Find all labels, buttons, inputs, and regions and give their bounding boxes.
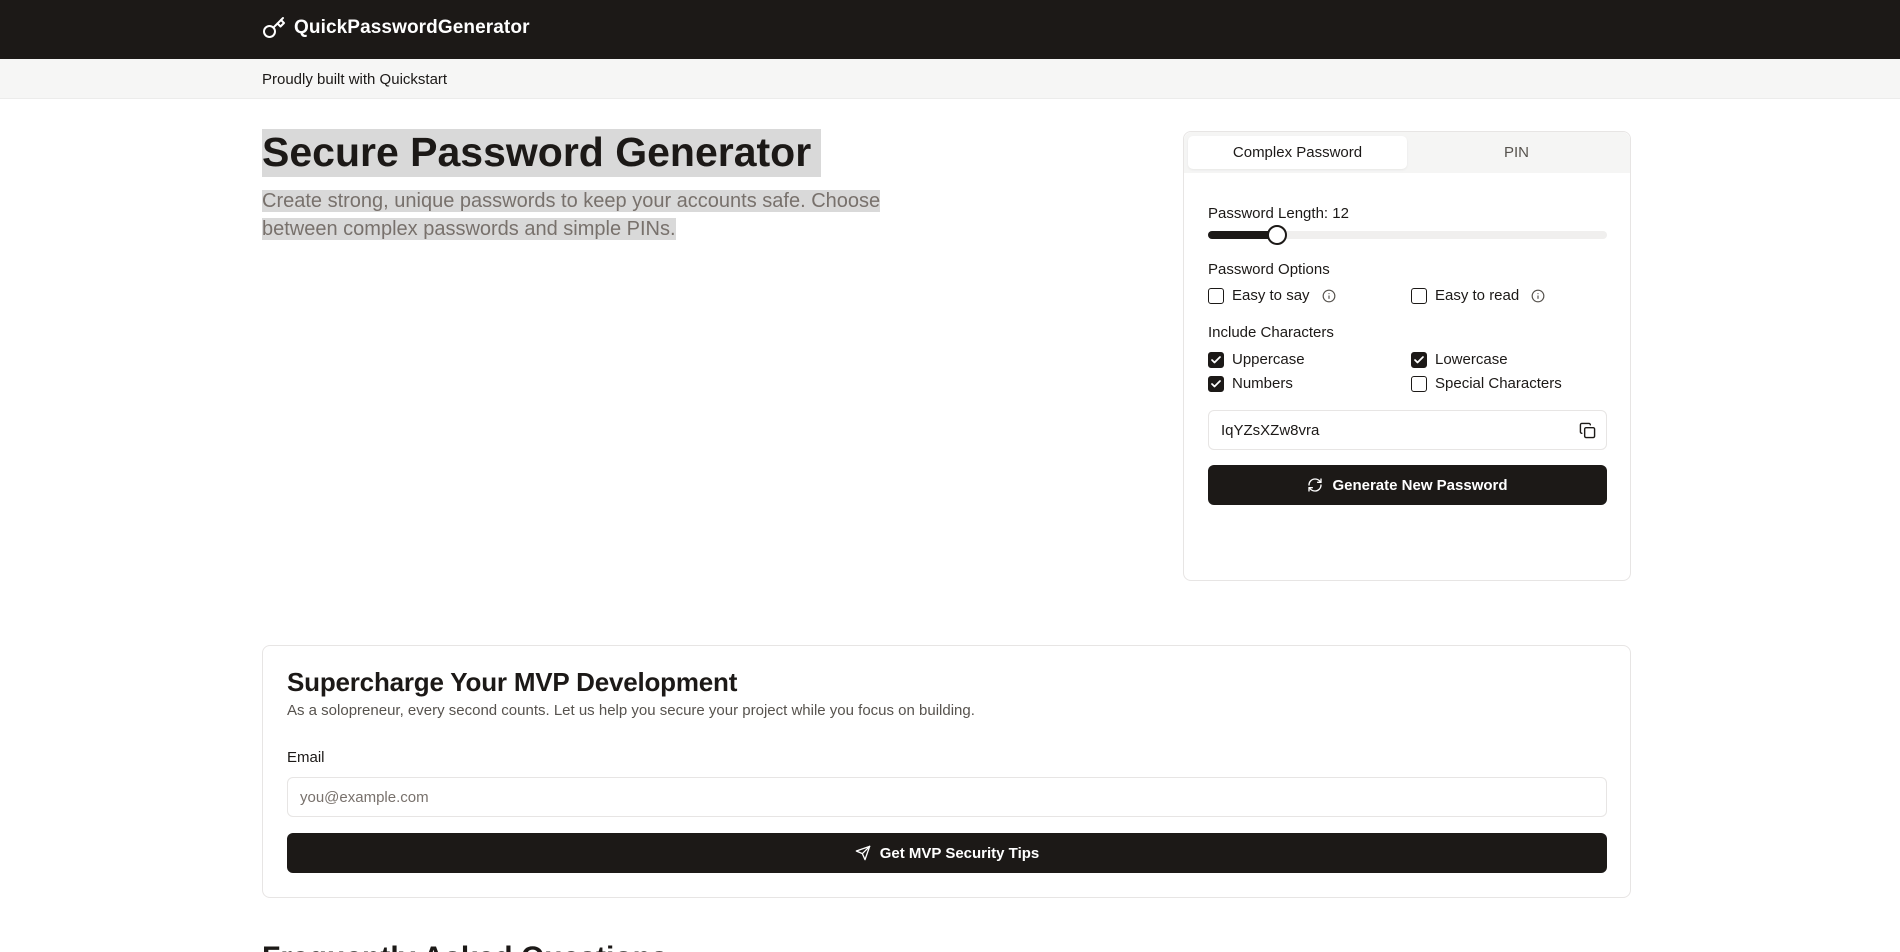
include-characters-label: Include Characters	[1208, 324, 1334, 341]
generate-password-button[interactable]: Generate New Password	[1208, 465, 1607, 505]
option-lowercase[interactable]: Lowercase	[1411, 351, 1508, 368]
easy-to-say-checkbox[interactable]	[1208, 287, 1224, 304]
generate-password-label: Generate New Password	[1332, 476, 1508, 494]
built-with-text: Proudly built with Quickstart	[262, 71, 448, 88]
info-icon[interactable]	[1322, 289, 1336, 303]
get-mvp-security-tips-label: Get MVP Security Tips	[879, 844, 1040, 862]
built-with-bar: Proudly built with Quickstart	[0, 59, 1900, 99]
page-subtitle: Create strong, unique passwords to keep …	[262, 187, 942, 243]
uppercase-checkbox[interactable]	[1208, 351, 1224, 368]
special-characters-checkbox[interactable]	[1411, 375, 1427, 392]
option-uppercase[interactable]: Uppercase	[1208, 351, 1305, 368]
special-characters-label: Special Characters	[1435, 375, 1562, 392]
easy-to-read-checkbox[interactable]	[1411, 287, 1427, 304]
tab-pin[interactable]: PIN	[1407, 136, 1626, 169]
uppercase-label: Uppercase	[1232, 351, 1305, 368]
password-length-slider[interactable]	[1208, 225, 1607, 245]
get-mvp-security-tips-button[interactable]: Get MVP Security Tips	[287, 833, 1607, 873]
brand-name: QuickPasswordGenerator	[294, 17, 530, 38]
option-numbers[interactable]: Numbers	[1208, 375, 1293, 392]
email-label: Email	[287, 749, 325, 766]
generated-password-value: IqYZsXZw8vra	[1221, 422, 1320, 439]
numbers-label: Numbers	[1232, 375, 1293, 392]
info-icon[interactable]	[1531, 289, 1545, 303]
key-icon	[263, 17, 285, 38]
password-generator-card: Complex Password PIN Password Length: 12…	[1183, 131, 1631, 581]
mvp-signup-card: Supercharge Your MVP Development As a so…	[262, 645, 1631, 898]
email-input[interactable]	[287, 777, 1607, 817]
brand-link[interactable]: QuickPasswordGenerator	[262, 16, 530, 40]
page-title: Secure Password Generator	[262, 129, 822, 177]
option-special-characters[interactable]: Special Characters	[1411, 375, 1562, 392]
copy-icon[interactable]	[1579, 422, 1596, 439]
mvp-title: Supercharge Your MVP Development	[287, 667, 738, 697]
slider-thumb[interactable]	[1267, 225, 1288, 245]
refresh-icon	[1308, 478, 1323, 492]
tab-complex-password[interactable]: Complex Password	[1188, 136, 1407, 169]
password-length-label: Password Length: 12	[1208, 205, 1349, 222]
page-subtitle-text: Create strong, unique passwords to keep …	[262, 190, 881, 240]
option-easy-to-say[interactable]: Easy to say	[1208, 287, 1336, 304]
lowercase-checkbox[interactable]	[1411, 351, 1427, 368]
option-easy-to-read[interactable]: Easy to read	[1411, 287, 1545, 304]
easy-to-read-label: Easy to read	[1435, 287, 1520, 304]
easy-to-say-label: Easy to say	[1232, 287, 1310, 304]
numbers-checkbox[interactable]	[1208, 375, 1224, 392]
mvp-subtitle: As a solopreneur, every second counts. L…	[287, 702, 975, 719]
send-icon	[855, 845, 871, 861]
generator-tabs: Complex Password PIN	[1184, 132, 1630, 173]
lowercase-label: Lowercase	[1435, 351, 1508, 368]
generated-password-field[interactable]: IqYZsXZw8vra	[1208, 410, 1607, 450]
top-navbar: QuickPasswordGenerator	[0, 0, 1900, 59]
faq-heading: Frequently Asked Questions	[262, 940, 668, 952]
password-options-label: Password Options	[1208, 261, 1330, 278]
